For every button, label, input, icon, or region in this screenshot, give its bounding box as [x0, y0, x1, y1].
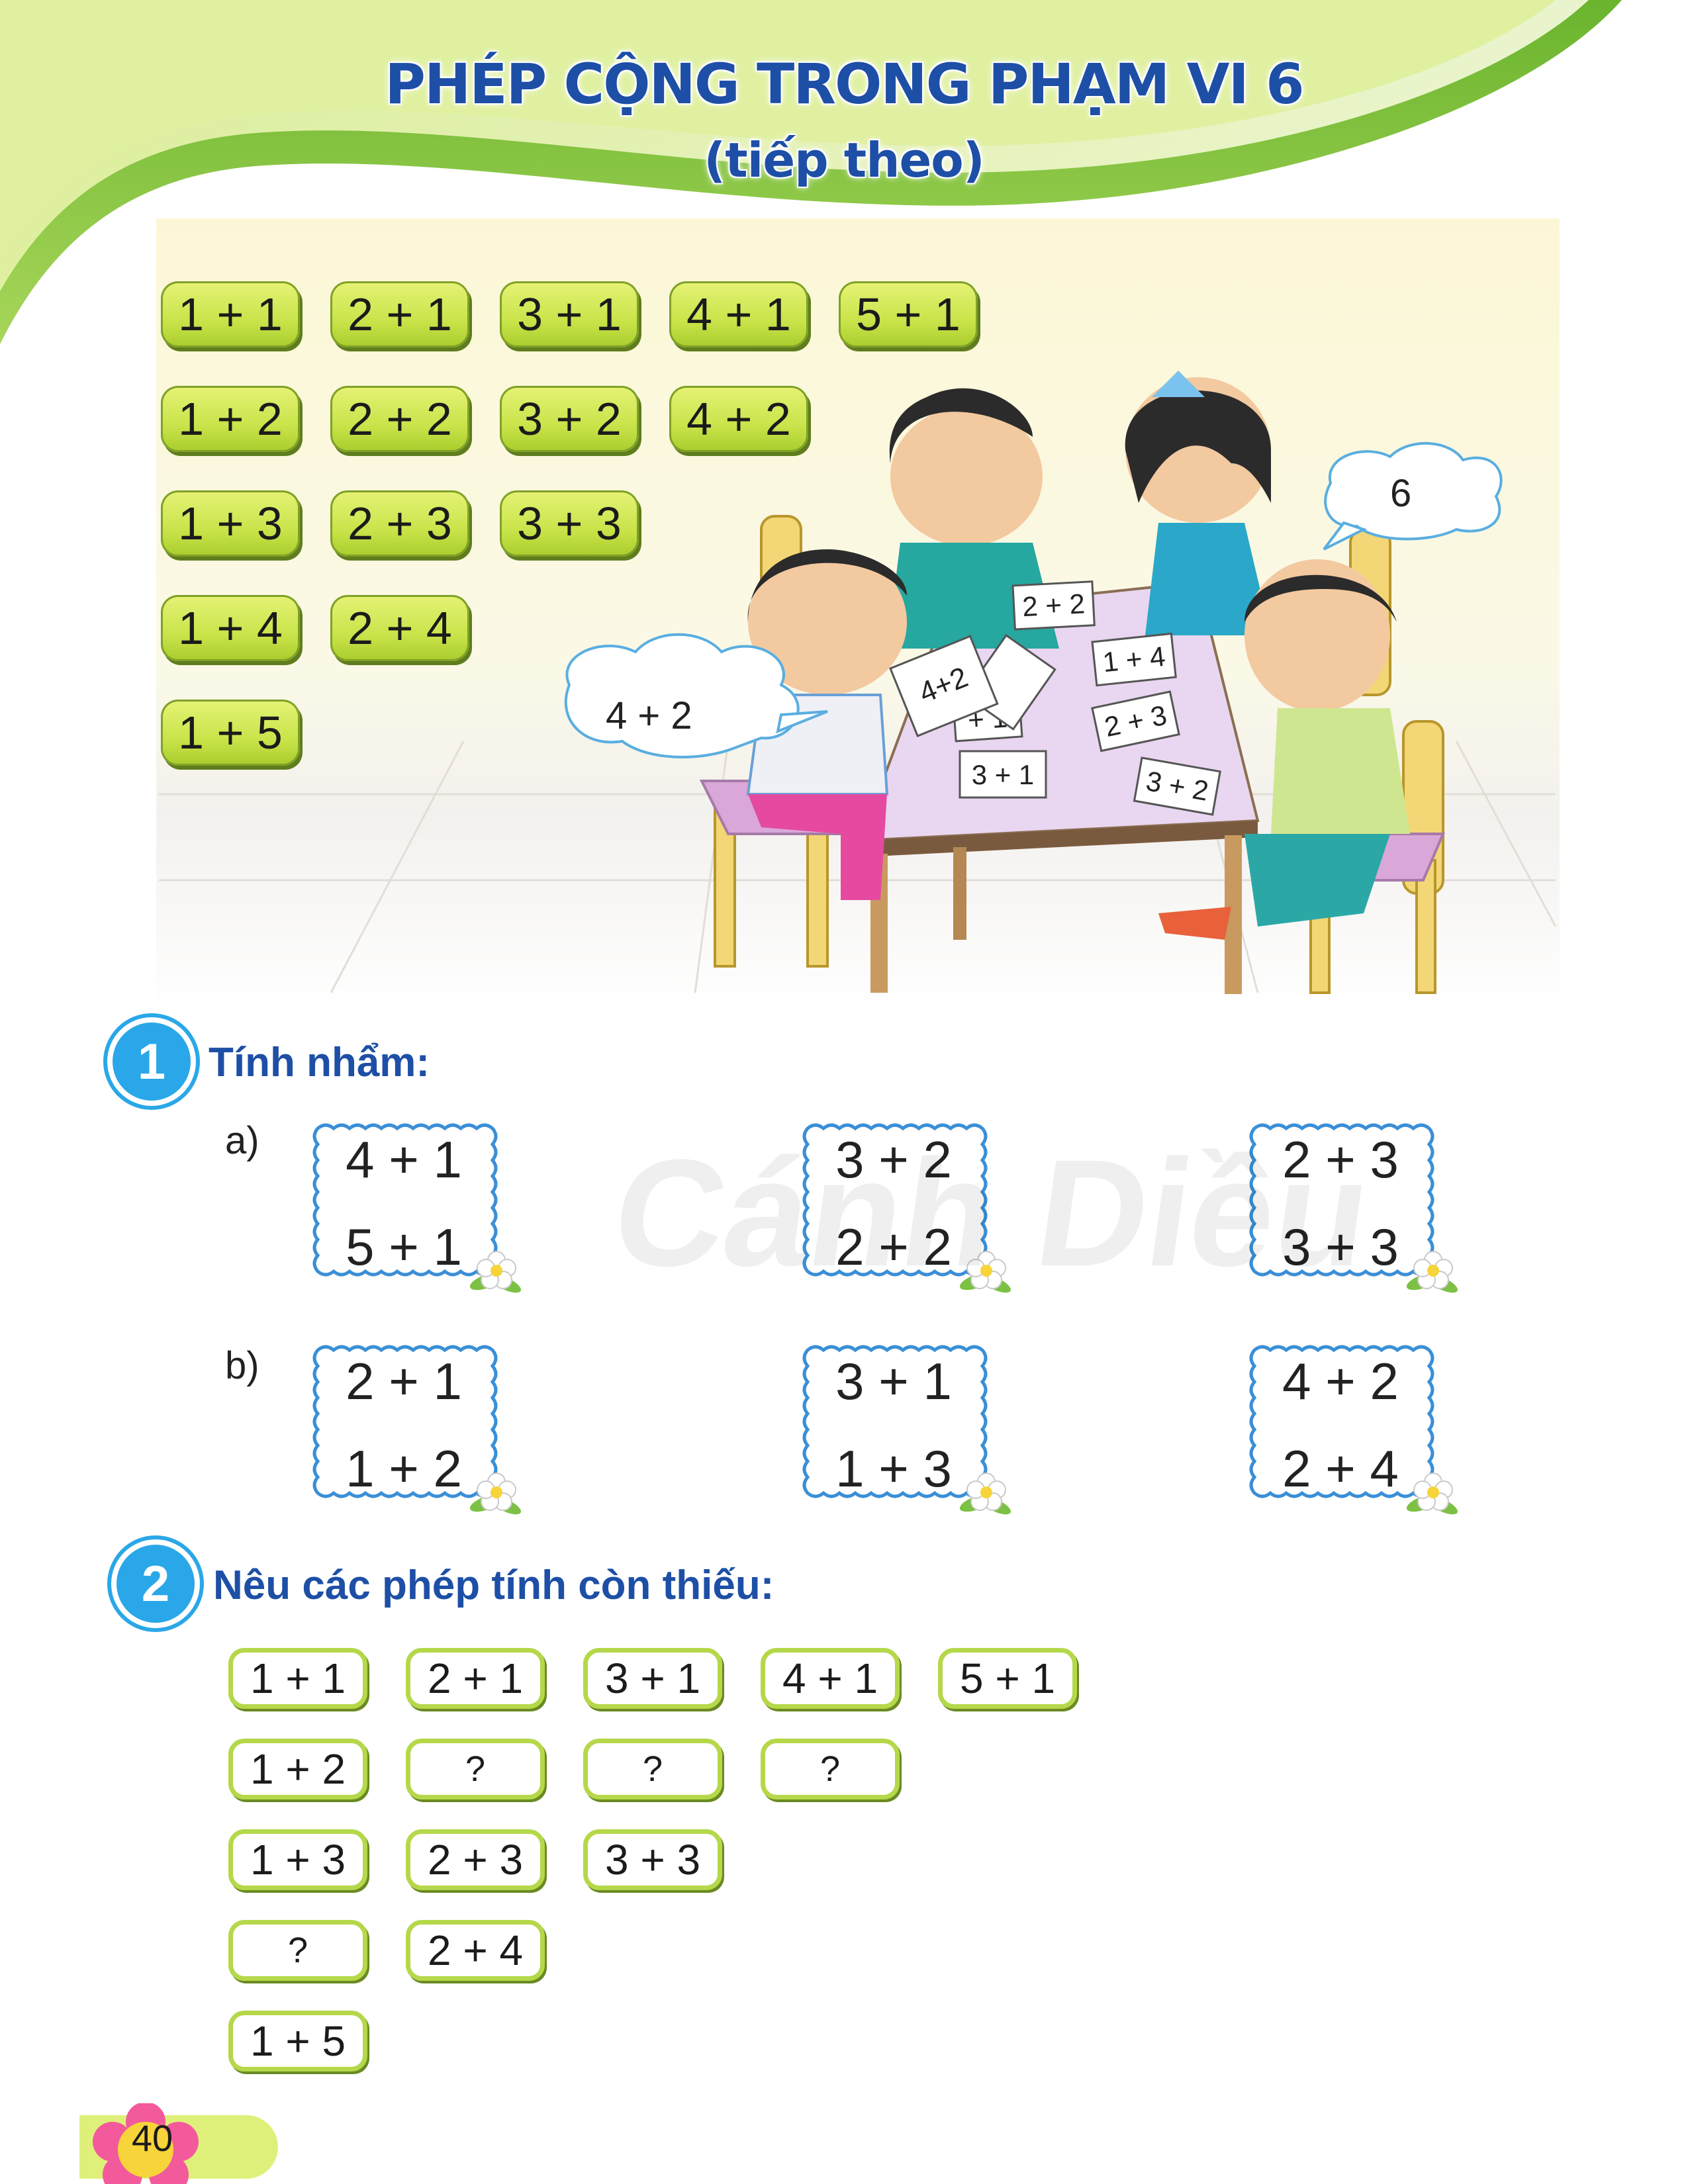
- exercise-1-title: Tính nhẩm:: [209, 1040, 430, 1085]
- expression-chip: 3 + 3: [583, 1829, 722, 1890]
- children-at-table-illustration: 2 + 2 1 + 4 + 1 2 + 3 3 + 1 3 + 2 4+2: [159, 371, 1557, 994]
- expression-text: 1 + 3: [835, 1439, 952, 1498]
- page-number: 40: [131, 2117, 173, 2159]
- part-b-label: b): [225, 1344, 259, 1387]
- exercise-2-title: Nêu các phép tính còn thiếu:: [213, 1563, 774, 1608]
- expression-chip: 1 + 1: [228, 1648, 367, 1709]
- speech-bubble-left: 4 + 2: [606, 694, 692, 737]
- expression-chip: 1 + 3: [228, 1829, 367, 1890]
- expression-chip: 2 + 3: [406, 1829, 545, 1890]
- missing-expression-chip: ?: [761, 1739, 900, 1799]
- expression-chip: 4 + 1: [761, 1648, 900, 1709]
- exercise-2-badge: 2: [117, 1545, 195, 1623]
- expression-text: 5 + 1: [346, 1218, 462, 1276]
- expression-text: 1 + 2: [346, 1439, 462, 1498]
- expression-text: 3 + 1: [835, 1352, 952, 1410]
- exercise-1-badge: 1: [113, 1023, 191, 1101]
- expression-chip: 3 + 1: [583, 1648, 722, 1709]
- expression-text: 4 + 1: [346, 1130, 462, 1189]
- expression-chip: 2 + 4: [406, 1920, 545, 1981]
- wavy-answer-box: 3 + 1 1 + 3: [794, 1337, 1011, 1515]
- expression-chip: 1 + 5: [228, 2011, 367, 2071]
- wavy-answer-box: 4 + 2 2 + 4: [1241, 1337, 1458, 1515]
- expression-chip: 2 + 1: [406, 1648, 545, 1709]
- wavy-answer-box: 2 + 1 1 + 2: [305, 1337, 521, 1515]
- part-a-label: a): [225, 1119, 259, 1162]
- watermark: Cánh Diều: [603, 1128, 1381, 1298]
- table-card: 2 + 2: [1021, 588, 1086, 622]
- missing-expression-chip: ?: [228, 1920, 367, 1981]
- expression-text: 2 + 4: [1282, 1439, 1399, 1498]
- missing-expression-chip: ?: [583, 1739, 722, 1799]
- expression-text: 2 + 1: [346, 1352, 462, 1410]
- speech-bubble-right: 6: [1390, 472, 1412, 515]
- missing-expression-chip: ?: [406, 1739, 545, 1799]
- wavy-answer-box: 4 + 1 5 + 1: [305, 1115, 521, 1293]
- expression-chip: 5 + 1: [938, 1648, 1077, 1709]
- table-card: 3 + 1: [972, 759, 1035, 790]
- expression-chip: 1 + 2: [228, 1739, 367, 1799]
- table-card: 1 + 4: [1102, 641, 1167, 678]
- textbook-page: PHÉP CỘNG TRONG PHẠM VI 6 (tiếp theo) 1 …: [0, 0, 1688, 2184]
- expression-text: 4 + 2: [1282, 1352, 1399, 1410]
